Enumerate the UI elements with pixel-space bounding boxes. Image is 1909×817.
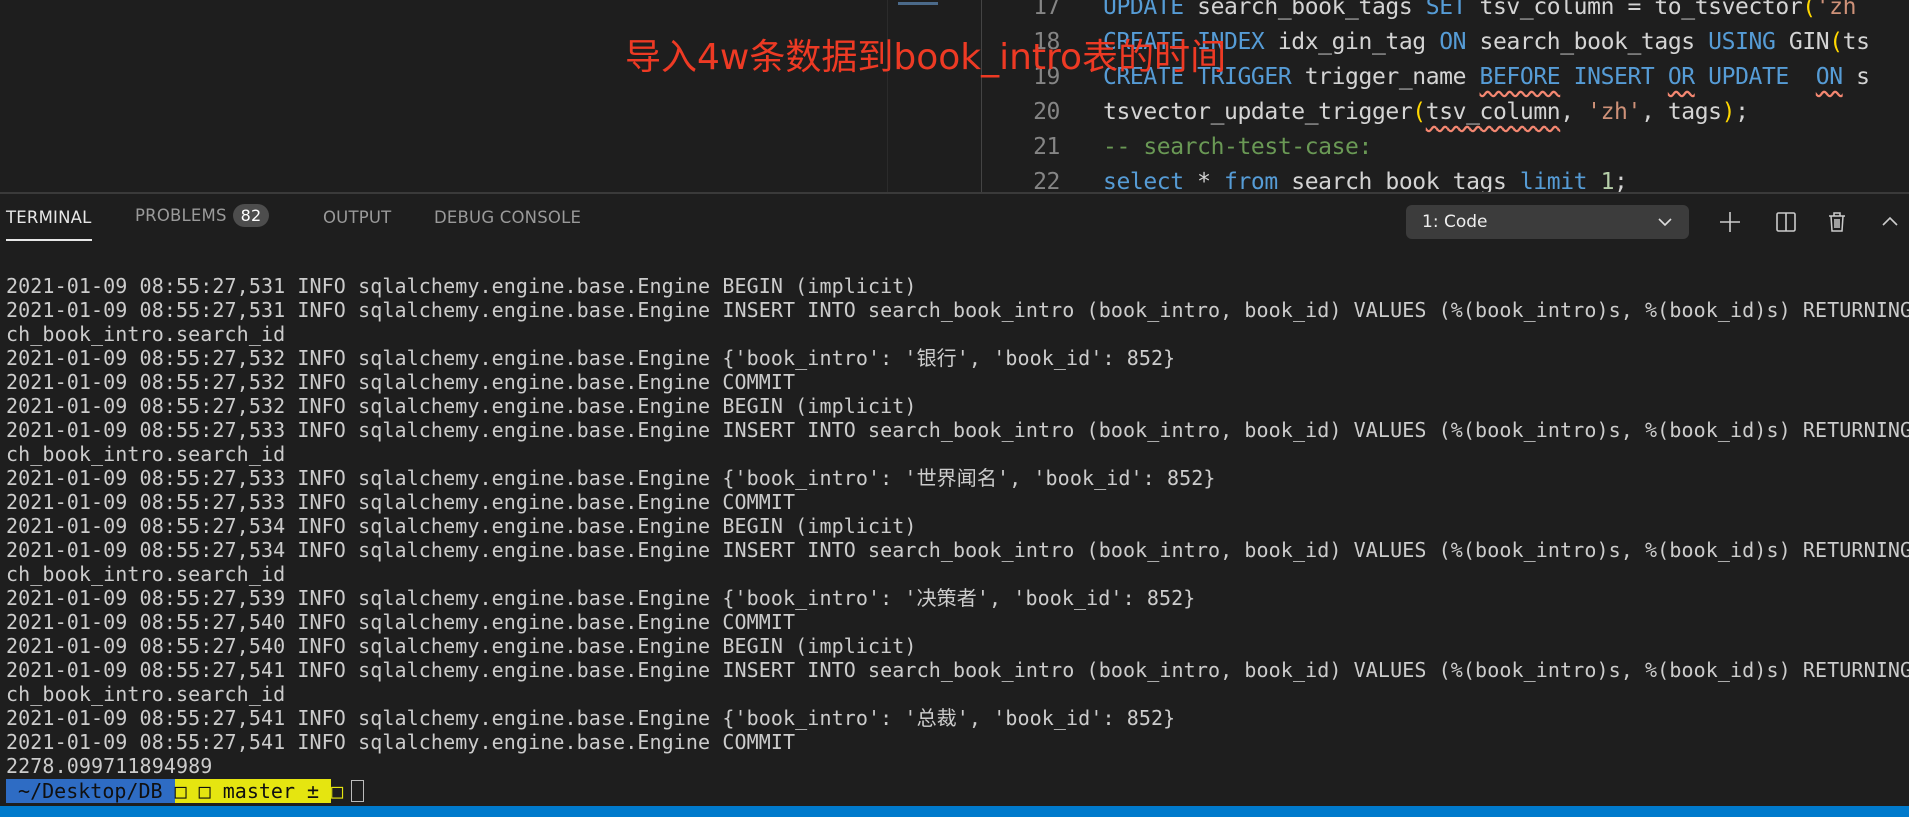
terminal-line: 2021-01-09 08:55:27,532 INFO sqlalchemy.… [6,394,917,418]
code-token: select [1103,169,1184,192]
code-token: ( [1829,29,1843,55]
terminal-line: ch_book_intro.search_id [6,682,286,706]
code-token: tsv_column = to_tsvector [1466,0,1803,20]
code-token: 'zh' [1587,99,1641,125]
code-token: ts [1842,29,1870,55]
code-token: ; [1735,99,1749,125]
code-token: , tags [1640,99,1722,125]
code-token: from [1224,169,1278,192]
code-token: USING [1708,29,1776,55]
terminal-line: 2021-01-09 08:55:27,532 INFO sqlalchemy.… [6,370,796,394]
code-token: -- search-test-case: [1103,134,1372,160]
prompt-path: ~/Desktop/DB [6,779,175,803]
terminal-line: 2021-01-09 08:55:27,539 INFO sqlalchemy.… [6,586,1196,610]
code-token: ON [1815,64,1843,90]
chevron-up-icon[interactable] [1876,208,1904,236]
terminal-line: 2021-01-09 08:55:27,540 INFO sqlalchemy.… [6,634,917,658]
terminal-select[interactable]: 1: Code [1406,205,1689,239]
code-text: -- search-test-case: [1103,130,1372,165]
code-token: limit [1519,169,1588,192]
terminal-line: 2021-01-09 08:55:27,532 INFO sqlalchemy.… [6,346,1176,370]
code-token: UPDATE [1708,64,1789,90]
problems-count-badge: 82 [232,204,270,227]
terminal-select-value: 1: Code [1422,212,1488,232]
code-line: 17 UPDATE search_book_tags SET tsv_column… [0,0,1909,25]
code-token: BEFORE [1479,64,1561,90]
terminal-line: 2021-01-09 08:55:27,541 INFO sqlalchemy.… [6,706,1176,730]
tab-terminal[interactable]: TERMINAL [6,208,92,241]
code-token: s [1842,64,1870,90]
terminal-line: 2021-01-09 08:55:27,534 INFO sqlalchemy.… [6,538,1909,562]
code-token: 1 [1600,169,1615,192]
code-token: OR [1667,64,1695,90]
code-token: tsvector_update_trigger [1103,99,1413,125]
code-token: UPDATE [1103,0,1184,20]
code-line: 21 -- search-test-case: [0,130,1909,165]
terminal-output[interactable]: 2021-01-09 08:55:27,531 INFO sqlalchemy.… [6,274,1909,778]
split-terminal-icon[interactable] [1772,208,1800,236]
tab-label: TERMINAL [6,208,92,227]
plus-icon[interactable] [1716,208,1744,236]
code-token: search_book_tags [1277,169,1520,192]
terminal-line: 2021-01-09 08:55:27,541 INFO sqlalchemy.… [6,658,1909,682]
code-token: * [1183,169,1225,192]
tab-label: DEBUG CONSOLE [434,208,582,227]
trash-icon[interactable] [1823,208,1851,236]
code-token: search_book_tags [1183,0,1426,20]
terminal-line: 2021-01-09 08:55:27,533 INFO sqlalchemy.… [6,466,1216,490]
code-token: GIN [1775,29,1830,55]
terminal-line: 2021-01-09 08:55:27,534 INFO sqlalchemy.… [6,514,917,538]
terminal-line: ch_book_intro.search_id [6,562,286,586]
code-token: trigger_name [1291,64,1480,90]
terminal-line: 2021-01-09 08:55:27,540 INFO sqlalchemy.… [6,610,796,634]
terminal-line: 2021-01-09 08:55:27,531 INFO sqlalchemy.… [6,274,917,298]
terminal-line: 2021-01-09 08:55:27,541 INFO sqlalchemy.… [6,730,796,754]
tab-output[interactable]: OUTPUT [323,208,391,227]
code-token: , [1560,99,1588,125]
tab-label: OUTPUT [323,208,392,227]
terminal-line: 2278.099711894989 [6,754,213,778]
line-number: 22 [1033,169,1060,192]
code-line: 20 tsvector_update_trigger(tsv_column, 'z… [0,95,1909,130]
line-number: 17 [1033,0,1060,20]
code-token: idx_gin_tag [1264,29,1440,55]
code-token: ( [1802,0,1816,20]
terminal-line: 2021-01-09 08:55:27,533 INFO sqlalchemy.… [6,490,796,514]
code-text: select * from search_book_tags limit 1; [1103,165,1628,192]
line-number: 20 [1033,99,1060,125]
tab-label: PROBLEMS [135,206,227,225]
code-token: ON [1439,29,1467,55]
code-token: 'zh [1815,0,1857,20]
annotation-text: 导入4w条数据到book_intro表的时间 [625,37,1227,78]
code-text: tsvector_update_trigger(tsv_column, 'zh'… [1103,95,1749,130]
code-token: INSERT [1573,64,1655,90]
status-bar [0,806,1909,817]
code-token: SET [1425,0,1467,20]
terminal-line: ch_book_intro.search_id [6,442,286,466]
code-token: ; [1614,169,1628,192]
terminal-line: ch_book_intro.search_id [6,322,286,346]
tab-debug-console[interactable]: DEBUG CONSOLE [434,208,581,227]
prompt-separator: □ [331,779,344,803]
terminal-cursor [351,780,365,802]
tab-problems[interactable]: PROBLEMS 82 [135,204,270,227]
terminal-line: 2021-01-09 08:55:27,531 INFO sqlalchemy.… [6,298,1909,322]
shell-prompt[interactable]: ~/Desktop/DB □ □ master ± □ [6,779,365,803]
terminal-line: 2021-01-09 08:55:27,533 INFO sqlalchemy.… [6,418,1909,442]
code-token: ( [1412,99,1426,125]
line-number: 21 [1033,134,1060,160]
code-token: tsv_column [1425,99,1561,125]
code-token: ) [1721,99,1736,125]
code-line: 22 select * from search_book_tags limit 1… [0,165,1909,192]
chevron-down-icon [1658,218,1672,227]
code-token: search_book_tags [1466,29,1709,55]
code-text: UPDATE search_book_tags SET tsv_column =… [1103,0,1856,25]
prompt-git-branch: □ □ master ± [174,779,332,803]
